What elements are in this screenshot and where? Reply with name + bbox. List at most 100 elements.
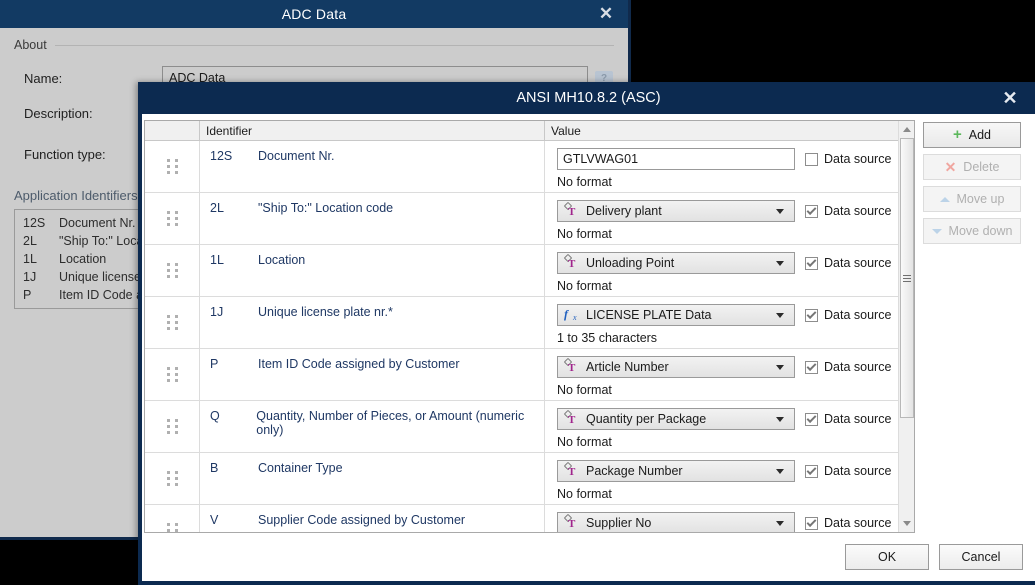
list-item-text: Document Nr.	[59, 216, 136, 230]
ansi-dialog: ANSI MH10.8.2 (ASC) ✕ Identifier Value 1…	[138, 82, 1035, 585]
close-icon[interactable]: ✕	[997, 85, 1023, 111]
grip-icon	[166, 419, 178, 434]
side-button-label: Move down	[948, 224, 1013, 238]
move-up-button: Move up	[923, 186, 1021, 212]
row-value-cell: GTLVWAG01 Data source No format	[545, 141, 914, 192]
row-value-cell: T Package Number Data source No format	[545, 453, 914, 504]
column-header-handle	[145, 121, 200, 140]
side-button-label: Move up	[956, 192, 1005, 206]
table-row[interactable]: B Container Type T Package Number Data sourc…	[145, 453, 914, 505]
table-row[interactable]: 1J Unique license plate nr.* f x LICENSE PLA…	[145, 297, 914, 349]
data-source-checkbox-group[interactable]: Data source	[805, 256, 891, 270]
table-row[interactable]: V Supplier Code assigned by Customer T Supp…	[145, 505, 914, 532]
ansi-dialog-body: Identifier Value 12S Document Nr. GTLVWAG0…	[142, 114, 1035, 533]
data-source-checkbox[interactable]	[805, 360, 818, 374]
column-header-identifier: Identifier	[200, 121, 545, 140]
row-identifier-cell: B Container Type	[200, 453, 545, 504]
value-combobox-text: Package Number	[586, 464, 683, 478]
scrollbar-track[interactable]	[899, 138, 915, 515]
table-row[interactable]: 2L "Ship To:" Location code T Delivery plan…	[145, 193, 914, 245]
value-combobox[interactable]: T Delivery plant	[557, 200, 795, 222]
ok-button[interactable]: OK	[845, 544, 929, 570]
table-header-row: Identifier Value	[145, 121, 914, 141]
data-source-checkbox[interactable]	[805, 152, 818, 166]
row-drag-handle[interactable]	[145, 245, 200, 296]
value-row: T Supplier No Data source	[557, 512, 914, 532]
data-source-checkbox-group[interactable]: Data source	[805, 516, 891, 530]
text-variable-icon: T	[563, 253, 580, 271]
row-drag-handle[interactable]	[145, 453, 200, 504]
data-source-checkbox-group[interactable]: Data source	[805, 152, 891, 166]
row-identifier-cell: 12S Document Nr.	[200, 141, 545, 192]
data-source-checkbox-group[interactable]: Data source	[805, 412, 891, 426]
value-combobox-text: Unloading Point	[586, 256, 675, 270]
adc-data-title: ADC Data	[281, 6, 347, 22]
data-source-checkbox[interactable]	[805, 412, 818, 426]
row-value-cell: T Unloading Point Data source No format	[545, 245, 914, 296]
value-combobox[interactable]: T Article Number	[557, 356, 795, 378]
data-source-checkbox-group[interactable]: Data source	[805, 360, 891, 374]
row-value-cell: TSupplier NoData sourceNo format	[545, 505, 914, 532]
row-drag-handle[interactable]	[145, 193, 200, 244]
value-combobox[interactable]: T Unloading Point	[557, 252, 795, 274]
text-variable-icon: T	[563, 461, 580, 479]
list-item-text: "Ship To:" Locat	[59, 234, 147, 248]
table-row[interactable]: 12S Document Nr. GTLVWAG01 Data source No fo…	[145, 141, 914, 193]
value-combobox[interactable]: T Quantity per Package	[557, 408, 795, 430]
text-variable-icon: T	[563, 357, 580, 375]
row-value-cell: T Delivery plant Data source No format	[545, 193, 914, 244]
scroll-down-button[interactable]	[899, 515, 915, 532]
about-group-header: About	[14, 38, 614, 52]
row-drag-handle[interactable]	[145, 349, 200, 400]
format-text: 1 to 35 characters	[557, 331, 658, 345]
value-row: GTLVWAG01 Data source	[557, 148, 914, 170]
chevron-down-icon	[902, 521, 911, 526]
cancel-button[interactable]: Cancel	[939, 544, 1023, 570]
list-item-text: Location	[59, 252, 107, 266]
data-source-checkbox[interactable]	[805, 464, 818, 478]
identifier-description: Unique license plate nr.*	[258, 305, 393, 319]
table-row[interactable]: 1L Location T Unloading Point Data source No …	[145, 245, 914, 297]
data-source-label: Data source	[824, 412, 892, 426]
side-button-label: Add	[968, 128, 991, 142]
add-button[interactable]: + Add	[923, 122, 1021, 148]
data-source-checkbox[interactable]	[805, 516, 818, 530]
list-item-code: 1L	[23, 252, 37, 266]
delete-button: ✕ Delete	[923, 154, 1021, 180]
data-source-checkbox-group[interactable]: Data source	[805, 308, 891, 322]
identifier-description: Supplier Code assigned by Customer	[258, 513, 466, 527]
row-drag-handle[interactable]	[145, 141, 200, 192]
table-row[interactable]: P Item ID Code assigned by Customer T Artic…	[145, 349, 914, 401]
data-source-checkbox-group[interactable]: Data source	[805, 464, 891, 478]
row-drag-handle[interactable]	[145, 297, 200, 348]
function-fx-icon: fx	[564, 307, 577, 323]
data-source-label: Data source	[824, 256, 892, 270]
scroll-up-button[interactable]	[899, 121, 915, 138]
identifier-code: 1L	[210, 253, 224, 267]
close-icon[interactable]: ✕	[594, 2, 618, 26]
row-drag-handle[interactable]	[145, 401, 200, 452]
value-combobox[interactable]: f x LICENSE PLATE Data	[557, 304, 795, 326]
value-textbox[interactable]: GTLVWAG01	[557, 148, 795, 170]
chevron-up-icon	[939, 196, 950, 202]
value-combobox[interactable]: T Supplier No	[557, 512, 795, 532]
chevron-up-icon	[902, 127, 911, 132]
chevron-down-icon	[776, 520, 784, 526]
list-item-text: Unique license	[59, 270, 141, 284]
row-value-cell: T Article Number Data source No format	[545, 349, 914, 400]
grip-icon	[166, 523, 178, 532]
data-source-checkbox[interactable]	[805, 204, 818, 218]
table-row[interactable]: Q Quantity, Number of Pieces, or Amount (…	[145, 401, 914, 453]
value-row: f x LICENSE PLATE Data Data source	[557, 304, 914, 326]
data-source-checkbox[interactable]	[805, 308, 818, 322]
data-source-checkbox[interactable]	[805, 256, 818, 270]
table-vertical-scrollbar[interactable]	[898, 121, 914, 532]
value-combobox-text: Article Number	[586, 360, 669, 374]
move-down-button: Move down	[923, 218, 1021, 244]
value-combobox[interactable]: T Package Number	[557, 460, 795, 482]
identifier-description: Container Type	[258, 461, 343, 475]
data-source-checkbox-group[interactable]: Data source	[805, 204, 891, 218]
scrollbar-thumb[interactable]	[899, 138, 914, 418]
plus-icon: +	[952, 126, 962, 143]
row-drag-handle[interactable]	[145, 505, 200, 532]
